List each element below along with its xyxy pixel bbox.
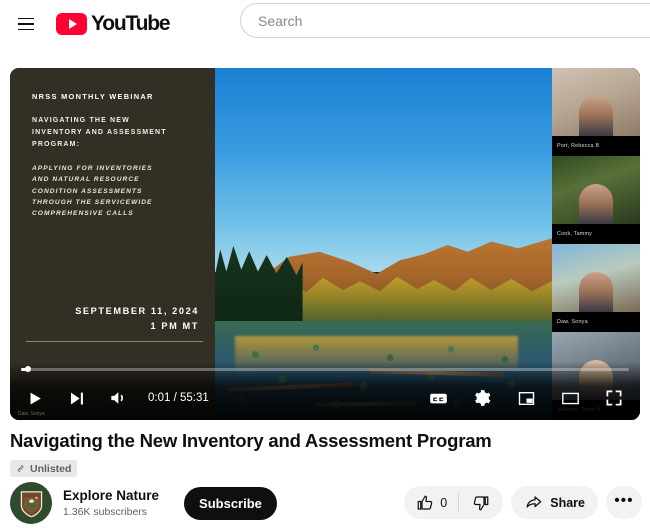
volume-button[interactable] [100, 380, 136, 416]
ellipsis-icon: ••• [614, 491, 634, 509]
player-controls: 0:01 / 55:31 Daw, Sonya [10, 362, 640, 420]
miniplayer-icon[interactable] [508, 380, 544, 416]
youtube-logo[interactable]: YouTube [56, 12, 171, 36]
action-bar: 0 Share ••• [404, 486, 642, 519]
privacy-status-badge: Unlisted [10, 460, 78, 477]
slide-divider [26, 341, 203, 342]
search-input[interactable]: Search [240, 3, 650, 38]
hamburger-menu-icon[interactable] [6, 4, 46, 44]
photo-sky [215, 68, 552, 273]
video-player[interactable]: NRSS MONTHLY WEBINAR NAVIGATING THE NEW … [10, 68, 640, 420]
search-placeholder: Search [258, 12, 303, 29]
thumbs-down-icon [474, 495, 489, 510]
page-title: Navigating the New Inventory and Assessm… [10, 430, 492, 451]
participant-face [579, 272, 613, 312]
privacy-status-label: Unlisted [30, 462, 72, 475]
like-count: 0 [440, 495, 448, 510]
participant-video [552, 68, 640, 136]
slide-date-block: SEPTEMBER 11, 2024 1 PM MT [75, 304, 199, 334]
link-icon [17, 465, 24, 472]
subscriber-count: 1.36K subscribers [63, 506, 148, 519]
participant-face [579, 184, 613, 224]
participant-face [579, 96, 613, 136]
channel-row: Explore Nature 1.36K subscribers Subscri… [10, 482, 277, 524]
slide-headline: NAVIGATING THE NEW INVENTORY AND ASSESSM… [32, 117, 167, 149]
slide-time: 1 PM MT [150, 320, 199, 331]
control-button-row: 0:01 / 55:31 [10, 380, 640, 416]
participant-name: Daw, Sonya [552, 312, 640, 331]
more-actions-button[interactable]: ••• [606, 486, 642, 519]
participant-tile[interactable]: Daw, Sonya [552, 244, 640, 332]
slide-subline: APPLYING FOR INVENTORIES AND NATURAL RES… [32, 165, 153, 217]
progress-bar[interactable] [21, 366, 629, 373]
share-button[interactable]: Share [511, 486, 598, 519]
channel-meta: Explore Nature 1.36K subscribers [63, 487, 159, 519]
subtitles-icon[interactable] [420, 380, 456, 416]
thumbs-up-icon [417, 495, 433, 510]
youtube-play-icon [56, 13, 87, 35]
avatar[interactable] [10, 482, 52, 524]
progress-scrubber[interactable] [24, 366, 31, 373]
participant-tile[interactable]: Port, Rebecca B [552, 68, 640, 156]
dislike-button[interactable] [459, 486, 503, 519]
share-icon [526, 496, 542, 508]
like-dislike-group: 0 [404, 486, 504, 519]
recording-watermark: Daw, Sonya [18, 411, 45, 417]
participant-video [552, 156, 640, 224]
participant-video [552, 244, 640, 312]
slide-date: SEPTEMBER 11, 2024 [75, 305, 199, 316]
participant-name: Cook, Tammy [552, 224, 640, 243]
next-video-button[interactable] [58, 380, 94, 416]
subscribe-button[interactable]: Subscribe [184, 486, 277, 520]
youtube-logo-text: YouTube [91, 12, 171, 35]
share-label: Share [550, 495, 585, 510]
slide-kicker: NRSS MONTHLY WEBINAR [32, 92, 154, 101]
theater-mode-icon[interactable] [552, 380, 588, 416]
channel-name[interactable]: Explore Nature [63, 487, 159, 505]
participant-name: Port, Rebecca B [552, 136, 640, 155]
page-header: YouTube Search [0, 0, 650, 48]
time-display: 0:01 / 55:31 [148, 392, 209, 404]
participant-tile[interactable]: Cook, Tammy [552, 156, 640, 244]
nps-arrowhead-icon [20, 490, 42, 517]
fullscreen-icon[interactable] [596, 380, 632, 416]
settings-gear-icon[interactable] [464, 380, 500, 416]
like-button[interactable]: 0 [404, 486, 458, 519]
